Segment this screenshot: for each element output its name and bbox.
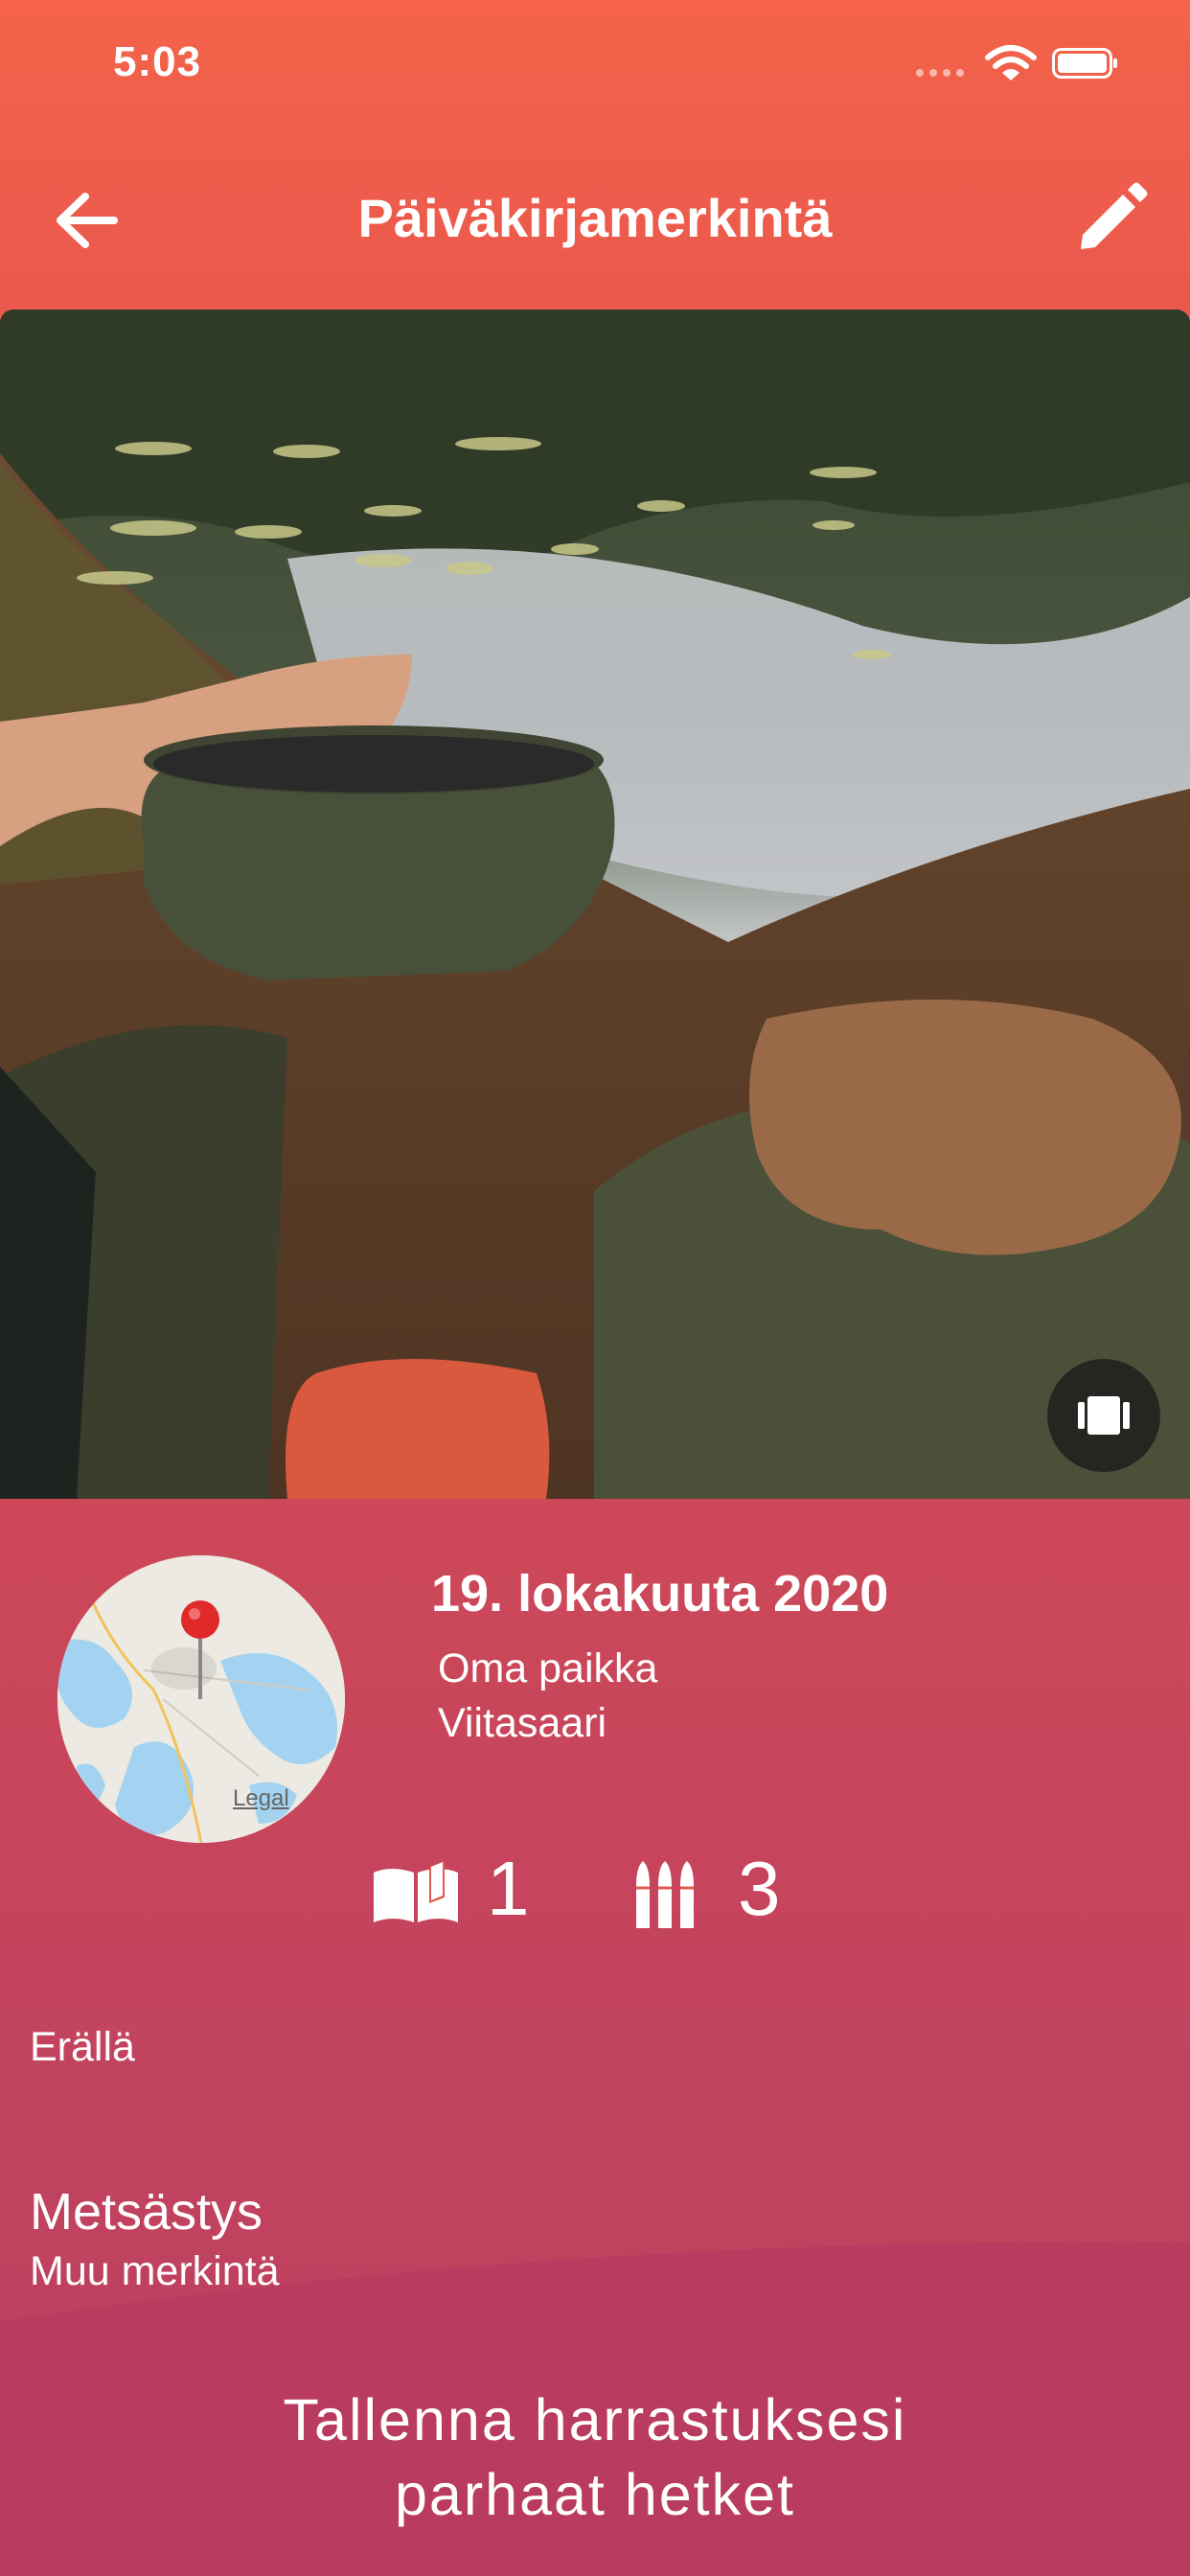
book-count: 1 — [487, 1846, 530, 1931]
pencil-icon — [1081, 182, 1148, 249]
entry-date: 19. lokakuuta 2020 — [431, 1565, 889, 1622]
signal-dot — [943, 69, 950, 77]
page-title: Päiväkirjamerkintä — [357, 188, 833, 248]
gallery-button[interactable] — [1047, 1359, 1160, 1472]
footer-tagline: Tallenna harrastuksesi parhaat hetket — [0, 2382, 1190, 2532]
entry-category: Erällä — [30, 2024, 135, 2070]
battery-icon — [1052, 48, 1117, 79]
lake-photo — [0, 310, 1190, 1499]
map-tile — [57, 1555, 345, 1843]
edit-button[interactable] — [1073, 180, 1150, 257]
tagline-line-1: Tallenna harrastuksesi — [283, 2387, 907, 2452]
map-legal-link[interactable]: Legal — [233, 1785, 289, 1812]
book-icon — [374, 1861, 458, 1922]
gallery-icon — [1078, 1396, 1130, 1435]
signal-dot — [929, 69, 937, 77]
wifi-icon — [985, 45, 1037, 80]
place-city: Viitasaari — [438, 1700, 607, 1746]
signal-dot — [956, 69, 964, 77]
ammo-icon — [636, 1861, 694, 1928]
entry-photo[interactable] — [0, 310, 1190, 1499]
ammo-count: 3 — [738, 1846, 781, 1931]
status-time: 5:03 — [113, 38, 202, 85]
place-name: Oma paikka — [438, 1645, 658, 1691]
location-map[interactable]: Legal — [57, 1555, 345, 1843]
signal-dot — [916, 69, 924, 77]
tagline-line-2: parhaat hetket — [394, 2462, 795, 2527]
